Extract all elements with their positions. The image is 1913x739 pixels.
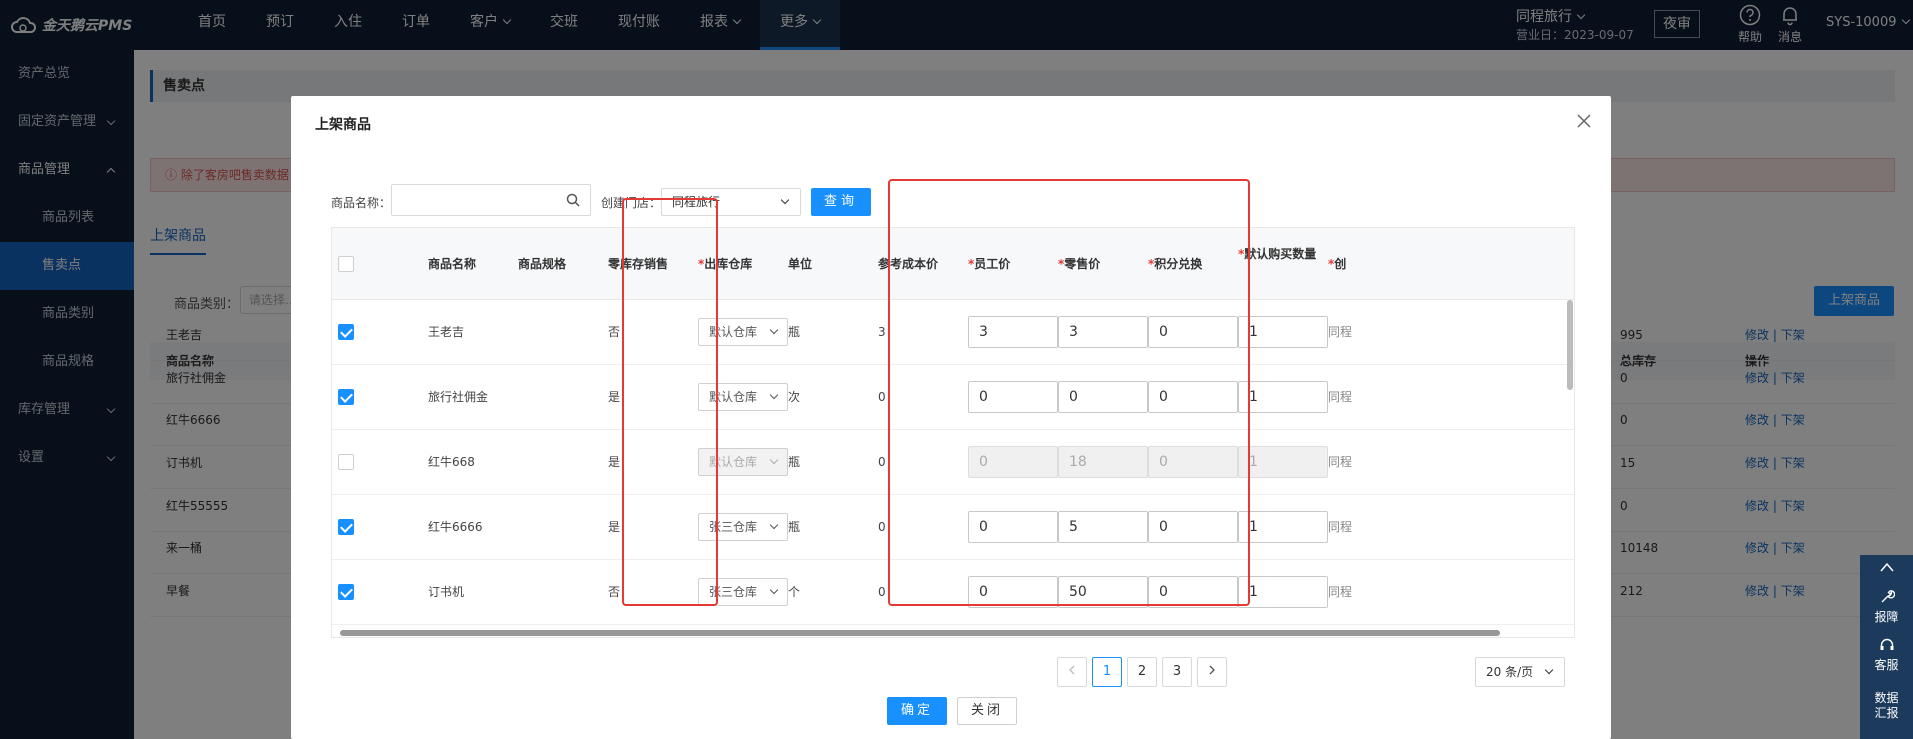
modal-title: 上架商品 <box>315 117 371 133</box>
customer-service-label: 客服 <box>1874 658 1899 672</box>
chevron-right-icon <box>1209 665 1215 675</box>
chevron-left-icon <box>1069 665 1075 675</box>
prev-page-button[interactable] <box>1057 657 1087 687</box>
column-header-spec: 商品规格 <box>518 257 567 271</box>
search-icon[interactable] <box>566 193 580 207</box>
column-header-default-qty: *默认购买数量 <box>1238 245 1322 263</box>
chevron-down-icon <box>769 390 779 400</box>
column-header-name: 商品名称 <box>428 257 477 271</box>
shelf-goods-modal: 上架商品 商品名称： 创建门店： 同程旅行 查询 商品名称 商品规格 零库存销售… <box>291 96 1611 739</box>
reference-cost: 3 <box>878 325 886 339</box>
goods-name: 红牛668 <box>428 455 475 469</box>
row-checkbox[interactable] <box>338 324 354 340</box>
goods-name: 王老吉 <box>428 325 465 339</box>
page-size-value: 20 条/页 <box>1486 665 1534 679</box>
column-header-unit: 单位 <box>788 257 813 271</box>
goods-name: 订书机 <box>428 585 465 599</box>
select-all-checkbox[interactable] <box>338 256 354 272</box>
created-store: 同程 <box>1328 325 1353 339</box>
created-store: 同程 <box>1328 520 1353 534</box>
default-qty-input: 1 <box>1238 446 1328 478</box>
default-qty-input[interactable]: 1 <box>1238 511 1328 543</box>
zero-stock-sale: 否 <box>608 585 621 599</box>
header-label: 创 <box>1334 257 1347 271</box>
chevron-down-icon <box>769 455 779 465</box>
row-checkbox[interactable] <box>338 519 354 535</box>
default-qty-input[interactable]: 1 <box>1238 381 1328 413</box>
chevron-down-icon <box>1544 665 1554 675</box>
row-checkbox[interactable] <box>338 389 354 405</box>
chevron-down-icon <box>769 585 779 595</box>
goods-name-input[interactable] <box>391 184 591 216</box>
headset-icon <box>1880 638 1893 650</box>
unit: 瓶 <box>788 520 801 534</box>
zero-stock-sale: 是 <box>608 390 621 404</box>
page-button[interactable]: 2 <box>1127 657 1157 687</box>
zero-stock-sale: 是 <box>608 520 621 534</box>
column-header-created: *创 <box>1328 255 1346 273</box>
chevron-down-icon <box>769 325 779 335</box>
reference-cost: 0 <box>878 390 886 404</box>
created-store: 同程 <box>1328 455 1353 469</box>
highlight-box-warehouse <box>622 198 718 606</box>
unit: 瓶 <box>788 325 801 339</box>
scroll-top-button[interactable] <box>1860 561 1913 576</box>
reference-cost: 0 <box>878 585 886 599</box>
page-size-select[interactable]: 20 条/页 <box>1475 657 1565 687</box>
goods-name-label: 商品名称： <box>331 196 392 210</box>
zero-stock-sale: 否 <box>608 325 621 339</box>
page-button[interactable]: 3 <box>1162 657 1192 687</box>
data-report-button[interactable]: 数据 汇报 <box>1860 691 1913 721</box>
vertical-scrollbar[interactable] <box>1567 300 1573 390</box>
default-qty-input[interactable]: 1 <box>1238 316 1328 348</box>
chevron-down-icon <box>780 195 790 205</box>
row-checkbox[interactable] <box>338 584 354 600</box>
goods-name: 旅行社佣金 <box>428 390 489 404</box>
reference-cost: 0 <box>878 455 886 469</box>
unit: 个 <box>788 585 801 599</box>
page-button[interactable]: 1 <box>1092 657 1122 687</box>
confirm-button[interactable]: 确定 <box>887 697 947 725</box>
query-button[interactable]: 查询 <box>811 188 871 216</box>
unit: 次 <box>788 390 801 404</box>
wrench-icon <box>1881 590 1895 603</box>
report-fault-label: 报障 <box>1874 610 1899 624</box>
created-store: 同程 <box>1328 390 1353 404</box>
header-label: 默认购买数量 <box>1244 247 1317 261</box>
next-page-button[interactable] <box>1197 657 1227 687</box>
chevron-up-icon <box>1879 562 1894 572</box>
chevron-down-icon <box>769 520 779 530</box>
floating-toolbar: 报障 客服 数据 汇报 <box>1860 555 1913 739</box>
created-store: 同程 <box>1328 585 1353 599</box>
customer-service-button[interactable]: 客服 <box>1860 637 1913 673</box>
goods-name: 红牛6666 <box>428 520 483 534</box>
highlight-box-prices <box>888 179 1250 606</box>
row-checkbox[interactable] <box>338 454 354 470</box>
close-button[interactable]: 关闭 <box>957 697 1017 725</box>
zero-stock-sale: 是 <box>608 455 621 469</box>
close-icon[interactable] <box>1575 112 1593 130</box>
unit: 瓶 <box>788 455 801 469</box>
default-qty-input[interactable]: 1 <box>1238 576 1328 608</box>
report-fault-button[interactable]: 报障 <box>1860 589 1913 625</box>
reference-cost: 0 <box>878 520 886 534</box>
horizontal-scrollbar[interactable] <box>340 630 1500 636</box>
